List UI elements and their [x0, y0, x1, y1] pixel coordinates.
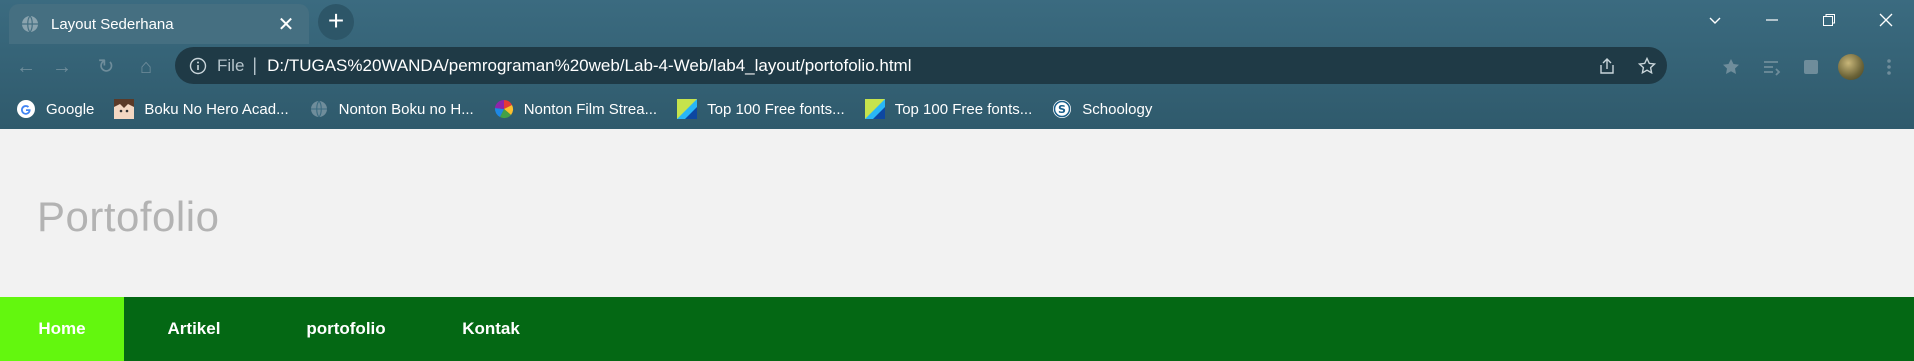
bookmark-star-icon[interactable]	[1627, 47, 1667, 84]
share-icon[interactable]	[1587, 47, 1627, 84]
home-icon[interactable]: ⌂	[134, 55, 158, 79]
page-title: Portofolio	[37, 193, 220, 240]
forward-arrow-icon[interactable]: →	[50, 55, 74, 79]
fonts-site-icon	[864, 99, 885, 119]
bookmark-nonton-boku[interactable]: Nonton Boku no H...	[309, 99, 474, 119]
menu-kebab-icon[interactable]	[1876, 54, 1902, 80]
reload-icon[interactable]: ↻	[94, 55, 118, 79]
profile-avatar[interactable]	[1838, 54, 1864, 80]
url-text[interactable]: D:/TUGAS%20WANDA/pemrograman%20web/Lab-4…	[267, 56, 1587, 76]
bookmark-label: Nonton Film Strea...	[523, 100, 658, 118]
scheme-label: File	[217, 55, 245, 75]
tab-close-icon[interactable]: ✕	[275, 13, 297, 36]
tab-title: Layout Sederhana	[51, 15, 174, 33]
google-icon	[16, 99, 36, 119]
bookmark-top-fonts-1[interactable]: Top 100 Free fonts...	[677, 99, 845, 119]
bookmark-label: Boku No Hero Acad...	[144, 100, 289, 118]
globe-icon	[309, 99, 329, 119]
restore-icon[interactable]	[1800, 0, 1857, 40]
back-arrow-icon[interactable]: ←	[14, 55, 38, 79]
schoology-icon: S	[1052, 99, 1072, 119]
scheme-separator: |	[252, 55, 258, 75]
fonts-site-icon	[677, 99, 698, 119]
bookmark-label: Schoology	[1082, 100, 1153, 118]
window-controls	[1686, 0, 1914, 40]
bookmark-label: Google	[46, 100, 95, 118]
close-window-icon[interactable]	[1857, 0, 1914, 40]
address-bar[interactable]: File | D:/TUGAS%20WANDA/pemrograman%20we…	[175, 47, 1667, 84]
browser-toolbar: ← → ↻ ⌂ File | D:/TUGAS%20WANDA/pemrogra…	[0, 44, 1914, 89]
nav-artikel-link[interactable]: Artikel	[124, 297, 264, 361]
nav-kontak-link[interactable]: Kontak	[428, 297, 554, 361]
browser-tab-active[interactable]: Layout Sederhana ✕	[9, 4, 309, 44]
info-icon[interactable]	[189, 57, 207, 75]
tab-strip: Layout Sederhana ✕ +	[0, 0, 1914, 44]
avatar	[1838, 54, 1864, 80]
bookmark-label: Nonton Boku no H...	[338, 100, 474, 118]
bookmarks-bar: Google Boku No Hero Acad... Nonton Boku …	[0, 89, 1914, 129]
anime-avatar-icon	[114, 99, 135, 119]
pinwheel-icon	[494, 99, 514, 119]
bookmark-google[interactable]: Google	[16, 99, 94, 119]
page-header: Portofolio	[0, 129, 1914, 297]
new-tab-button[interactable]: +	[318, 4, 354, 40]
tab-search-chevron-icon[interactable]	[1686, 0, 1743, 40]
bookmark-label: Top 100 Free fonts...	[707, 100, 845, 118]
bookmark-label: Top 100 Free fonts...	[894, 100, 1033, 118]
bookmark-top-fonts-2[interactable]: Top 100 Free fonts...	[864, 99, 1033, 119]
side-panel-icon[interactable]	[1798, 54, 1824, 80]
nav-home-link[interactable]: Home	[0, 297, 124, 361]
browser-chrome: Layout Sederhana ✕ + ← → ↻ ⌂ File | D:/T…	[0, 0, 1914, 129]
globe-icon	[22, 15, 38, 33]
bookmark-boku-no-hero[interactable]: Boku No Hero Acad...	[114, 99, 289, 119]
svg-text:S: S	[1058, 103, 1066, 116]
extension-pin-icon[interactable]	[1718, 54, 1744, 80]
minimize-icon[interactable]	[1743, 0, 1800, 40]
main-nav: Home Artikel portofolio Kontak	[0, 297, 1914, 361]
bookmark-schoology[interactable]: S Schoology	[1052, 99, 1152, 119]
reading-list-icon[interactable]	[1758, 54, 1784, 80]
nav-portofolio-link[interactable]: portofolio	[264, 297, 428, 361]
bookmark-nonton-film[interactable]: Nonton Film Strea...	[494, 99, 657, 119]
